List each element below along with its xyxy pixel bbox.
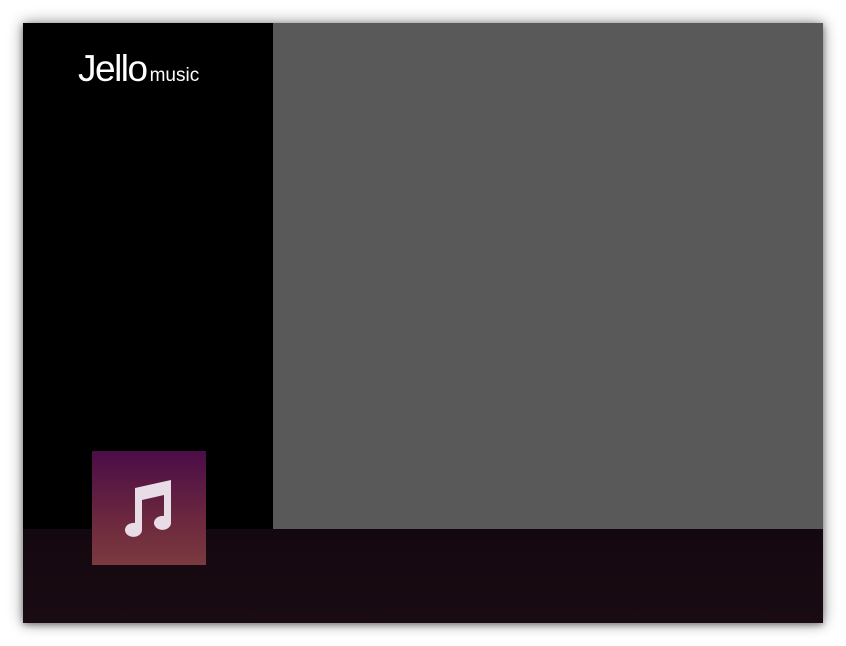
logo-title: Jello: [78, 48, 148, 89]
music-note-icon: [122, 478, 176, 538]
app-logo[interactable]: Jello music: [78, 49, 199, 89]
album-art[interactable]: [92, 451, 206, 565]
main-content-area: [273, 23, 823, 529]
app-window: Jello music: [23, 23, 823, 623]
logo-subtitle: music: [149, 65, 200, 86]
